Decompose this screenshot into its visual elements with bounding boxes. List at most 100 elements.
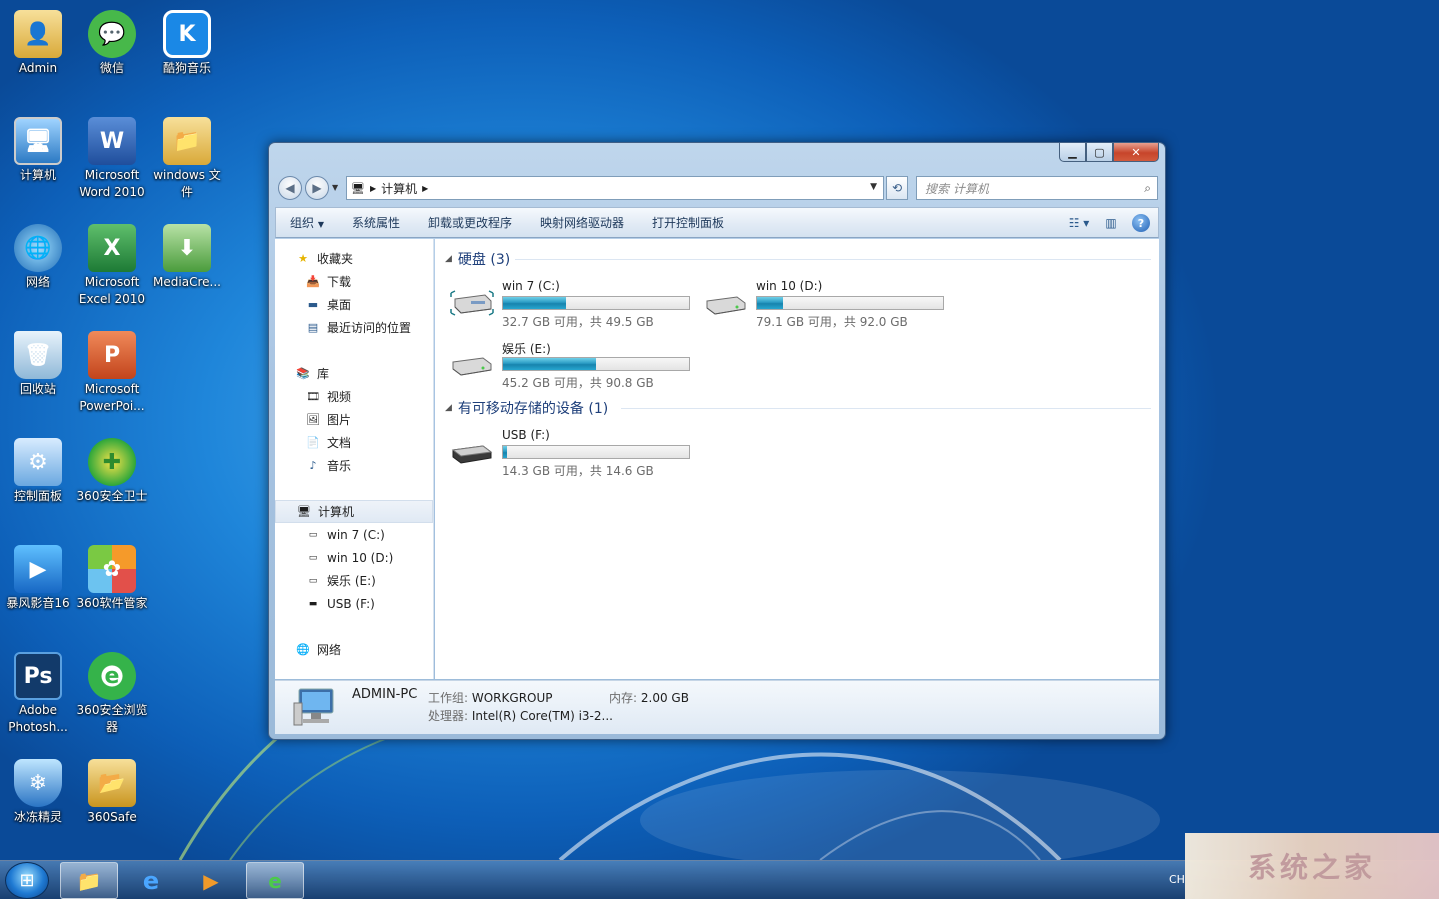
taskbar-explorer[interactable]: 📁 (60, 862, 118, 899)
address-bar[interactable]: 🖥 ▶ 计算机 ▶ ▼ (346, 176, 884, 200)
taskbar-360-browser[interactable]: e (246, 862, 304, 899)
collapse-triangle-icon[interactable]: ◢ (445, 254, 452, 264)
desktop-icon-kugou[interactable]: K 酷狗音乐 (149, 6, 225, 77)
360-safe-guard-icon: ✚ (88, 438, 136, 486)
caption-buttons: ▁ ▢ ✕ (1059, 143, 1159, 162)
desktop-icon-network[interactable]: 🌐 网络 (0, 220, 76, 291)
desktop-icon-360safe[interactable]: 📂 360Safe (74, 755, 150, 826)
drive-e-name: 娱乐 (E:) (502, 342, 551, 356)
excel-icon: X (88, 224, 136, 272)
nav-drive-d-label: win 10 (D:) (327, 550, 394, 565)
desktop-icon-baofeng[interactable]: ▶ 暴风影音16 (0, 541, 76, 612)
drive-f-usage-bar (502, 445, 690, 459)
drive-c[interactable]: win 7 (C:) 32.7 GB 可用，共 49.5 GB (445, 279, 695, 333)
taskbar-media-player[interactable]: ▶ (182, 862, 240, 899)
view-controls: ☷ ▾ ▥ ? (1068, 213, 1150, 233)
nav-drive-e-label: 娱乐 (E:) (327, 574, 376, 588)
kugou-icon: K (163, 10, 211, 58)
change-view-icon[interactable]: ☷ ▾ (1068, 213, 1090, 233)
nav-pictures[interactable]: 🖼 图片 (275, 408, 433, 431)
recent-pages-dropdown[interactable]: ▼ (332, 183, 338, 192)
desktop-icon: ▬ (307, 298, 319, 311)
freeze-shield-icon: ❄ (14, 759, 62, 807)
start-button[interactable]: ⊞ (5, 862, 49, 899)
computer-icon: 🖥 (297, 505, 311, 518)
windows-logo-icon: ⊞ (19, 870, 35, 891)
refresh-icon: ⟲ (891, 181, 903, 195)
hard-drive-icon: ▭ (308, 552, 318, 563)
minimize-button[interactable]: ▁ (1059, 143, 1086, 162)
desktop-icon-control-panel[interactable]: ⚙ 控制面板 (0, 434, 76, 505)
taskbar-internet-explorer[interactable]: e (122, 862, 180, 899)
refresh-button[interactable]: ⟲ (886, 176, 908, 200)
breadcrumb-chevron-icon[interactable]: ▶ (422, 184, 428, 193)
search-icon[interactable]: ⌕ (1144, 181, 1151, 196)
nav-drive-c[interactable]: ▭ win 7 (C:) (275, 523, 433, 546)
nav-drive-d[interactable]: ▭ win 10 (D:) (275, 546, 433, 569)
nav-desktop[interactable]: ▬ 桌面 (275, 293, 433, 316)
breadcrumb-computer[interactable]: 计算机 (381, 180, 417, 197)
drive-d-name: win 10 (D:) (756, 279, 823, 293)
recent-places-icon: ▤ (307, 321, 319, 334)
group-hard-disks[interactable]: ◢ 硬盘 (3) (445, 249, 510, 269)
computer-icon: 🖥 (14, 117, 62, 165)
collapse-triangle-icon[interactable]: ◢ (445, 403, 452, 413)
desktop-icon-computer[interactable]: 🖥 计算机 (0, 113, 76, 184)
pictures-icon: 🖼 (306, 413, 320, 426)
ime-indicator[interactable]: CH (1169, 873, 1185, 886)
nav-drive-e[interactable]: ▭ 娱乐 (E:) (275, 569, 433, 592)
drive-f-name: USB (F:) (502, 428, 550, 442)
back-button[interactable]: ◀ (278, 176, 302, 200)
nav-recent[interactable]: ▤ 最近访问的位置 (275, 316, 433, 339)
organize-menu[interactable]: 组织 ▼ (276, 214, 338, 231)
desktop-icon-excel[interactable]: X Microsoft Excel 2010 (74, 220, 150, 308)
desktop-icon-powerpoint[interactable]: P Microsoft PowerPoi... (74, 327, 150, 415)
details-pane: ADMIN-PC 工作组: WORKGROUP 内存: 2.00 GB 处理器:… (275, 680, 1159, 734)
desktop-icon-360-software[interactable]: ✿ 360软件管家 (74, 541, 150, 612)
system-properties-button[interactable]: 系统属性 (338, 214, 414, 231)
music-icon: ♪ (309, 459, 317, 472)
video-icon: 🎞 (306, 390, 320, 403)
nav-network[interactable]: 🌐 网络 (275, 638, 433, 661)
drive-d-usage-fill (757, 297, 784, 309)
help-icon[interactable]: ? (1132, 214, 1150, 232)
nav-libraries[interactable]: 📚 库 (275, 362, 433, 385)
nav-favorites[interactable]: ★ 收藏夹 (275, 247, 433, 270)
nav-videos-label: 视频 (327, 390, 352, 404)
drive-d-usage-bar (756, 296, 944, 310)
nav-drive-f[interactable]: ▬ USB (F:) (275, 592, 433, 615)
desktop-icon-360-guard[interactable]: ✚ 360安全卫士 (74, 434, 150, 505)
photoshop-icon: Ps (14, 652, 62, 700)
drive-d[interactable]: win 10 (D:) 79.1 GB 可用，共 92.0 GB (699, 279, 949, 333)
desktop-icon-freeze[interactable]: ❄ 冰冻精灵 (0, 755, 76, 826)
desktop-icon-admin[interactable]: 👤 Admin (0, 6, 76, 77)
group-removable[interactable]: ◢ 有可移动存储的设备 (1) (445, 398, 608, 418)
address-history-dropdown-icon[interactable]: ▼ (870, 182, 877, 192)
preview-pane-icon[interactable]: ▥ (1100, 213, 1122, 233)
forward-button[interactable]: ▶ (305, 176, 329, 200)
desktop-icon-mediacreation[interactable]: ⬇ MediaCre... (149, 220, 225, 291)
desktop-icon-photoshop[interactable]: Ps Adobe Photosh... (0, 648, 76, 736)
desktop-icon-recycle-bin[interactable]: 🗑 回收站 (0, 327, 76, 398)
map-network-drive-button[interactable]: 映射网络驱动器 (526, 214, 638, 231)
nav-computer[interactable]: 🖥 计算机 (275, 500, 433, 523)
uninstall-button[interactable]: 卸载或更改程序 (414, 214, 526, 231)
nav-favorites-label: 收藏夹 (317, 252, 354, 266)
desktop-icon-windows-folder[interactable]: 📁 windows 文件 (149, 113, 225, 201)
nav-music[interactable]: ♪ 音乐 (275, 454, 433, 477)
drive-f[interactable]: USB (F:) 14.3 GB 可用，共 14.6 GB (445, 428, 695, 482)
nav-videos[interactable]: 🎞 视频 (275, 385, 433, 408)
nav-downloads[interactable]: 📥 下载 (275, 270, 433, 293)
nav-documents[interactable]: 📄 文档 (275, 431, 433, 454)
search-input[interactable]: 搜索 计算机 ⌕ (916, 176, 1158, 200)
close-button[interactable]: ✕ (1113, 143, 1159, 162)
drive-e[interactable]: 娱乐 (E:) 45.2 GB 可用，共 90.8 GB (445, 340, 695, 394)
desktop-icon-360-browser[interactable]: e 360安全浏览器 (74, 648, 150, 736)
desktop-icon-wechat[interactable]: 💬 微信 (74, 6, 150, 77)
maximize-button[interactable]: ▢ (1086, 143, 1113, 162)
open-control-panel-button[interactable]: 打开控制面板 (638, 214, 738, 231)
360safe-folder-icon: 📂 (88, 759, 136, 807)
desktop-icon-word[interactable]: W Microsoft Word 2010 (74, 113, 150, 201)
explorer-window[interactable]: ▁ ▢ ✕ ◀ ▶ ▼ 🖥 ▶ 计算机 ▶ ▼ ⟲ 搜索 计算机 ⌕ 组织 ▼ … (268, 142, 1166, 740)
360-software-manager-icon: ✿ (88, 545, 136, 593)
